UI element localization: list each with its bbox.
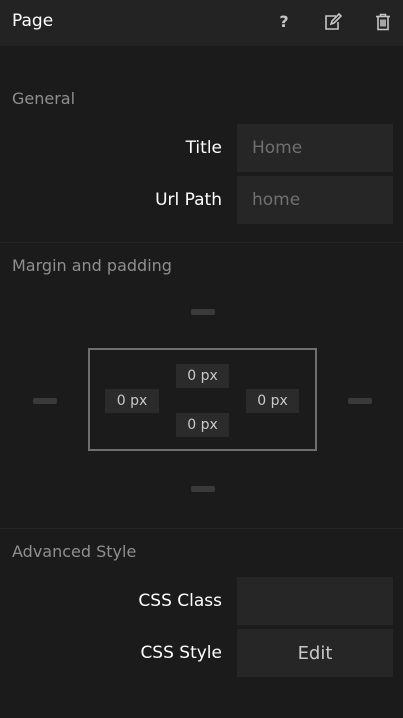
url-path-label: Url Path <box>155 190 222 210</box>
margin-right-handle[interactable] <box>348 398 372 404</box>
title-label: Title <box>185 138 222 158</box>
css-class-input[interactable] <box>237 577 393 625</box>
trash-icon[interactable] <box>370 9 396 35</box>
divider <box>0 528 403 529</box>
divider <box>0 242 403 243</box>
css-style-edit-button[interactable]: Edit <box>237 629 393 677</box>
margin-bottom-handle[interactable] <box>191 486 215 492</box>
padding-top-value[interactable]: 0 px <box>176 364 229 388</box>
section-title-margin-padding: Margin and padding <box>12 256 172 275</box>
url-path-input[interactable] <box>237 176 393 224</box>
question-mark-icon[interactable]: ? <box>271 9 297 35</box>
padding-right-value[interactable]: 0 px <box>246 389 299 413</box>
panel-title: Page <box>12 11 54 31</box>
section-title-advanced-style: Advanced Style <box>12 542 137 561</box>
css-style-label: CSS Style <box>140 643 222 663</box>
css-class-label: CSS Class <box>138 591 222 611</box>
padding-left-value[interactable]: 0 px <box>105 389 159 413</box>
padding-bottom-value[interactable]: 0 px <box>176 413 229 437</box>
margin-left-handle[interactable] <box>33 398 57 404</box>
edit-icon[interactable] <box>320 9 346 35</box>
section-title-general: General <box>12 89 76 108</box>
title-input[interactable] <box>237 124 393 172</box>
panel-header: Page ? <box>0 0 403 46</box>
margin-top-handle[interactable] <box>191 309 215 315</box>
